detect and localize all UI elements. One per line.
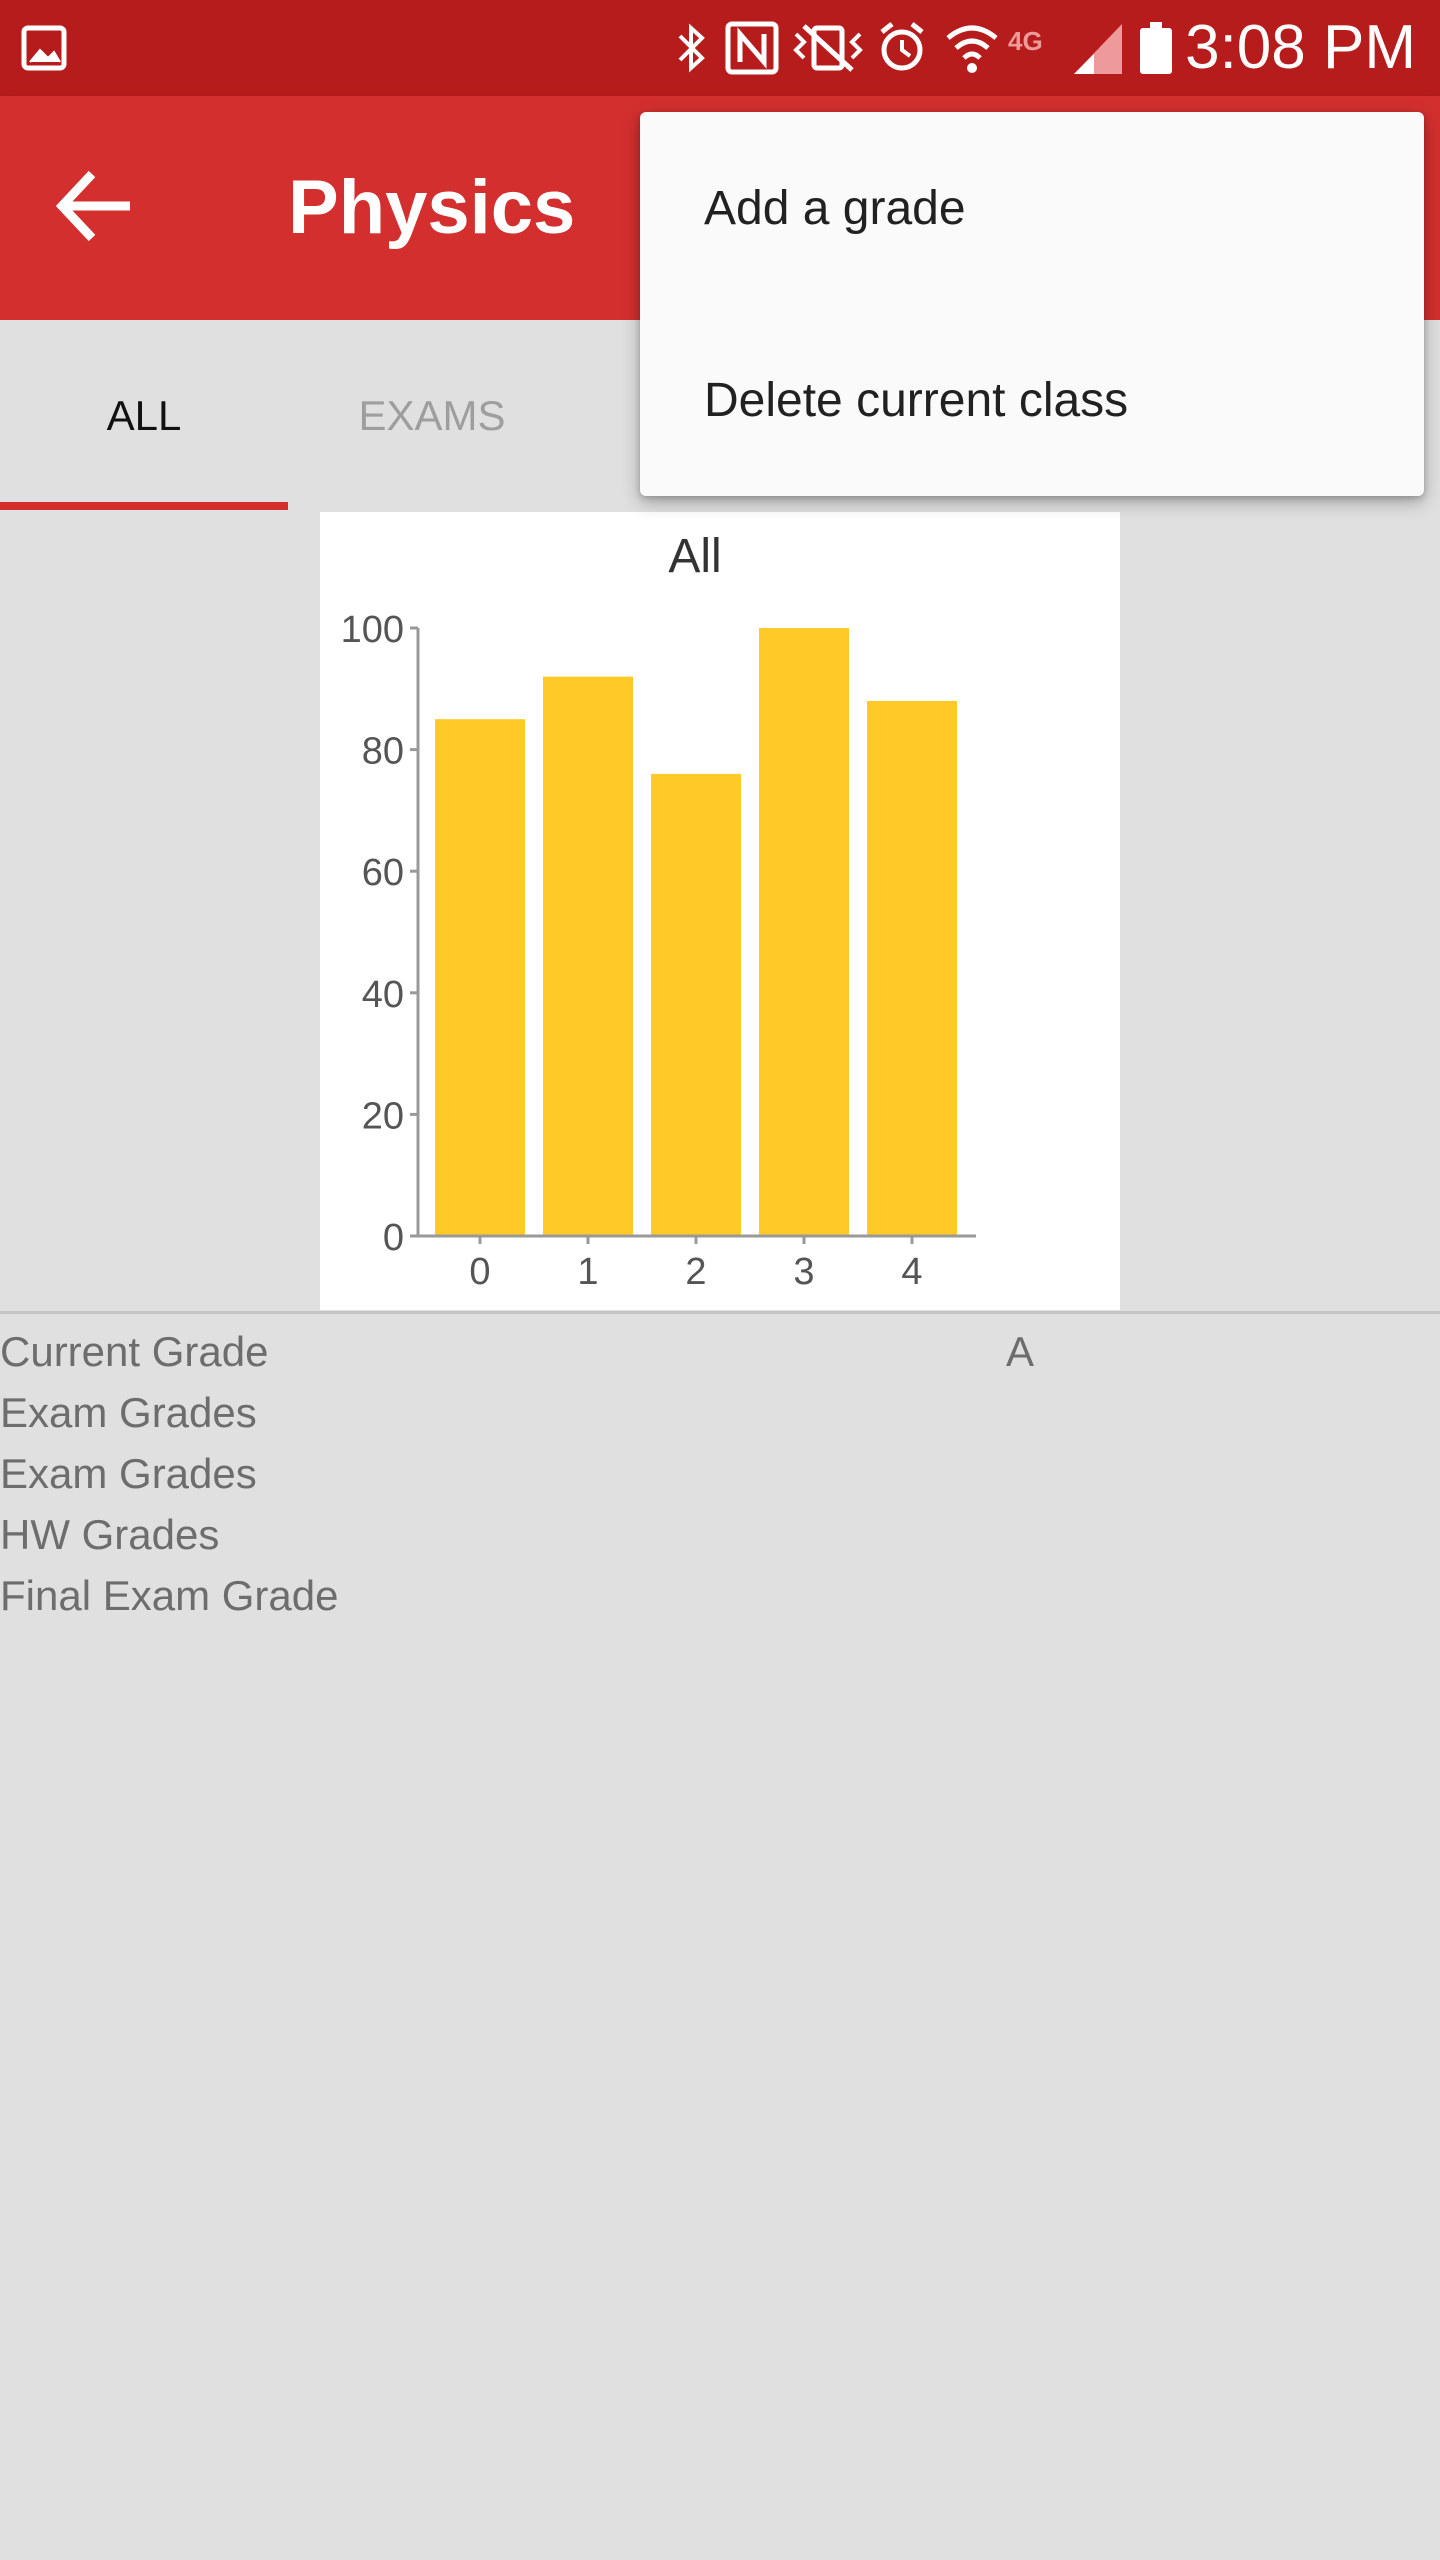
x-tick-label: 0 [469,1251,490,1293]
x-tick-label: 1 [577,1251,598,1293]
chart-title: All [668,530,721,583]
final-exam-grade-label: Final Exam Grade [0,1572,339,1619]
tab-all[interactable]: ALL [0,320,288,512]
add-grade-menu-item[interactable]: Add a grade [640,112,1424,304]
hw-grades-label: HW Grades [0,1511,220,1558]
chart-bar [435,719,525,1236]
y-tick-label: 60 [362,852,404,894]
overflow-menu: Add a grade Delete current class [640,112,1424,496]
back-button[interactable] [40,150,152,262]
y-tick-label: 80 [362,731,404,773]
bar-chart: All 0 20 40 60 80 100 0 1 2 3 4 [341,530,976,1293]
grades-chart: All 0 20 40 60 80 100 0 1 2 3 4 [320,512,1120,1310]
chart-bar [651,773,741,1236]
arrow-left-icon [55,170,130,242]
page-title: Physics [288,165,576,250]
gallery-icon [21,25,67,71]
battery-icon [1140,22,1172,74]
status-bar: 4G 3:08 PM [0,0,1440,96]
divider [0,1311,1440,1314]
network-type-label: 4G [1008,26,1043,56]
x-tick-label: 3 [793,1251,814,1293]
y-tick-label: 0 [383,1217,404,1259]
tab-exams[interactable]: EXAMS [288,320,576,512]
alarm-icon [880,22,924,71]
y-tick-label: 40 [362,974,404,1016]
tab-indicator [0,502,288,510]
status-time: 3:08 PM [1185,13,1416,82]
current-grade-value: A [1006,1328,1035,1375]
y-tick-label: 100 [341,609,404,651]
vibrate-icon [793,24,863,72]
bluetooth-icon [678,23,705,73]
chart-bar [543,676,633,1236]
current-grade-label: Current Grade [0,1328,269,1375]
exam-grades-label: Exam Grades [0,1389,257,1436]
wifi-icon [946,25,998,73]
chart-bar [867,700,957,1236]
x-tick-label: 2 [685,1251,706,1293]
y-tick-label: 20 [362,1095,404,1137]
nfc-icon [725,21,779,75]
exam-grades-label-2: Exam Grades [0,1450,257,1497]
x-tick-label: 4 [901,1251,922,1293]
signal-icon [1074,24,1122,74]
chart-bar [759,628,849,1236]
delete-class-menu-item[interactable]: Delete current class [640,304,1424,496]
